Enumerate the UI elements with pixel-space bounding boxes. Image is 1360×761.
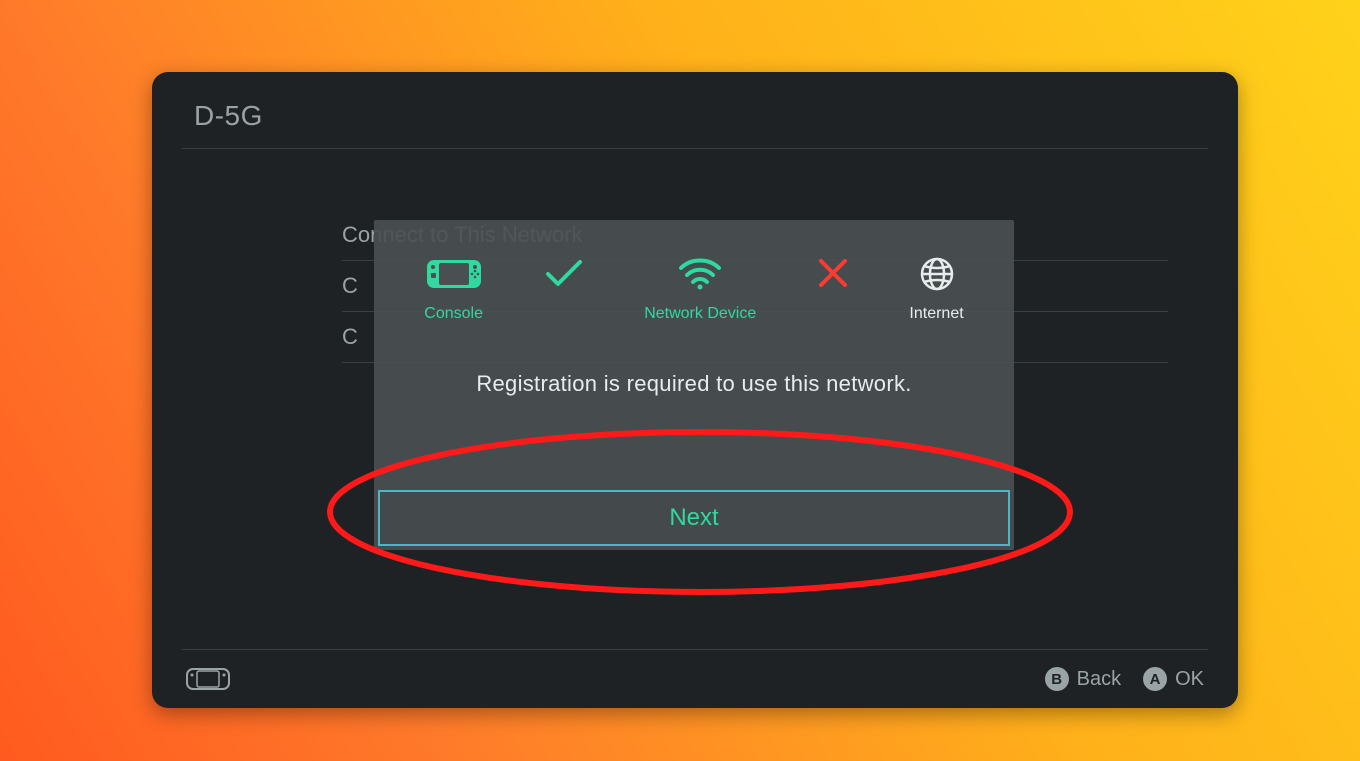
status-internet-label: Internet	[909, 305, 963, 323]
connection-dialog: Console	[374, 220, 1014, 550]
x-icon	[817, 254, 849, 292]
status-internet: Internet	[909, 255, 963, 323]
ok-label: OK	[1175, 668, 1204, 691]
a-button-icon: A	[1143, 667, 1167, 691]
check-icon	[544, 254, 584, 292]
globe-icon	[919, 255, 955, 293]
footer: B Back A OK	[152, 650, 1238, 708]
console-screen: D-5G Connect to This Network C C	[152, 72, 1238, 708]
back-label: Back	[1077, 668, 1121, 691]
ok-hint[interactable]: A OK	[1143, 667, 1204, 691]
footer-hints: B Back A OK	[1045, 667, 1204, 691]
status-console: Console	[424, 255, 483, 323]
status-connection-2	[817, 254, 849, 323]
status-connection-1	[544, 254, 584, 323]
page-background: D-5G Connect to This Network C C	[0, 0, 1360, 761]
status-network-device: Network Device	[644, 255, 756, 323]
console-icon	[426, 255, 482, 293]
header-divider	[182, 148, 1208, 149]
page-title: D-5G	[152, 72, 1238, 148]
wifi-icon	[678, 255, 722, 293]
footer-controller-icon	[186, 668, 230, 690]
dialog-message: Registration is required to use this net…	[374, 371, 1014, 397]
next-button[interactable]: Next	[378, 490, 1010, 546]
b-button-icon: B	[1045, 667, 1069, 691]
back-hint[interactable]: B Back	[1045, 667, 1121, 691]
status-network-device-label: Network Device	[644, 305, 756, 323]
connection-status-row: Console	[374, 220, 1014, 323]
status-console-label: Console	[424, 305, 483, 323]
next-button-label: Next	[669, 504, 718, 532]
